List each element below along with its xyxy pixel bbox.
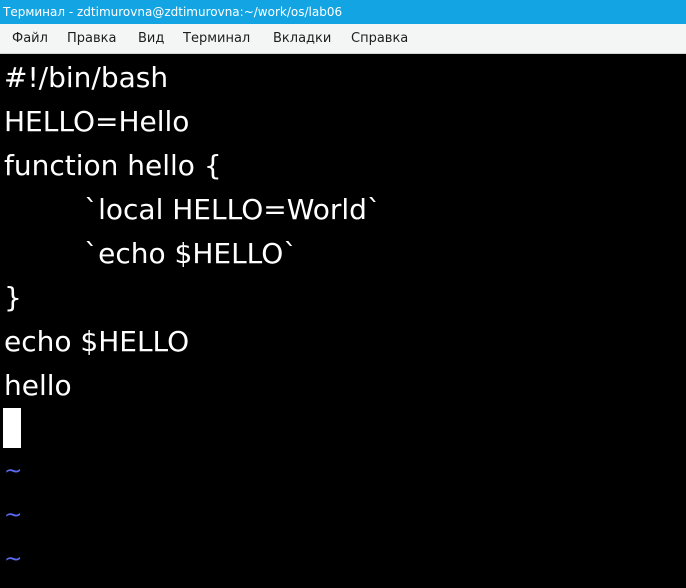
terminal-window: Терминал - zdtimurovna@zdtimurovna:~/wor… [0, 0, 686, 588]
editor-line: #!/bin/bash [4, 61, 169, 94]
text-cursor [3, 408, 21, 448]
editor-line: echo $HELLO [4, 325, 190, 358]
terminal-area[interactable]: #!/bin/bash HELLO=Hello function hello {… [0, 54, 686, 588]
editor-line: function hello { [4, 149, 222, 182]
editor-line: hello [4, 369, 72, 402]
menu-view[interactable]: Вид [138, 24, 164, 53]
empty-line-marker: ~ [4, 503, 23, 528]
menu-edit[interactable]: Правка [67, 24, 116, 53]
menu-help[interactable]: Справка [351, 24, 408, 53]
empty-line-marker: ~ [4, 459, 23, 484]
editor-line: HELLO=Hello [4, 105, 190, 138]
editor-line: } [4, 281, 22, 314]
window-titlebar[interactable]: Терминал - zdtimurovna@zdtimurovna:~/wor… [0, 0, 686, 24]
menu-bar: Файл Правка Вид Терминал Вкладки Справка [0, 24, 686, 54]
menu-terminal[interactable]: Терминал [183, 24, 250, 53]
editor-line: `echo $HELLO` [4, 237, 298, 270]
editor-line: `local HELLO=World` [4, 193, 381, 226]
menu-tabs[interactable]: Вкладки [273, 24, 331, 53]
empty-line-marker: ~ [4, 547, 23, 572]
window-title: Терминал - zdtimurovna@zdtimurovna:~/wor… [3, 5, 343, 19]
menu-file[interactable]: Файл [12, 24, 48, 53]
